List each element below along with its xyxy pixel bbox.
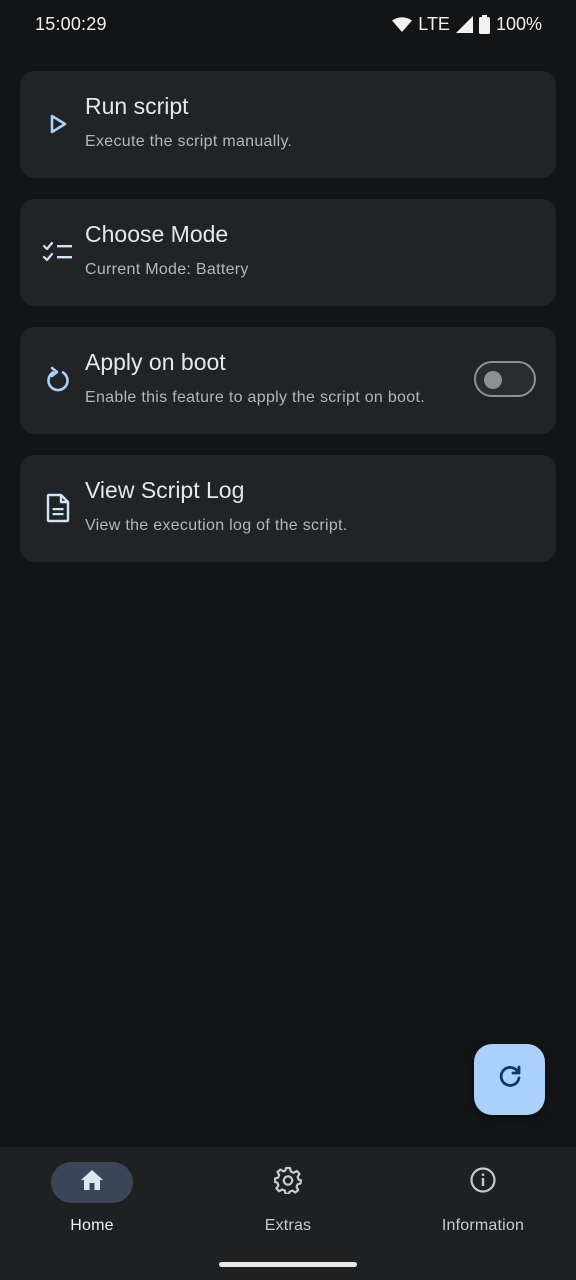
card-title: Run script <box>85 93 189 119</box>
card-title: View Script Log <box>85 477 245 503</box>
checklist-icon <box>42 236 74 268</box>
info-icon <box>469 1166 497 1199</box>
gear-icon <box>273 1166 303 1199</box>
nav-active-indicator <box>51 1162 133 1203</box>
status-time: 15:00:29 <box>35 14 107 34</box>
nav-item-extras[interactable]: Extras <box>208 1162 368 1242</box>
nav-pill <box>442 1162 524 1203</box>
battery-percent: 100% <box>495 14 542 34</box>
nav-label: Information <box>441 1217 525 1234</box>
nav-item-home[interactable]: Home <box>12 1162 172 1242</box>
apply-on-boot-toggle[interactable] <box>474 361 536 397</box>
wifi-icon <box>392 16 413 33</box>
card-title: Choose Mode <box>85 221 229 247</box>
gesture-home-indicator[interactable] <box>219 1262 357 1267</box>
cell-signal-icon <box>455 16 473 33</box>
nav-label: Extras <box>264 1217 312 1234</box>
card-subtitle: Execute the script manually. <box>85 133 293 150</box>
battery-icon <box>478 15 490 34</box>
play-icon <box>42 108 74 140</box>
card-subtitle: View the execution log of the script. <box>85 517 348 534</box>
refresh-icon <box>497 1064 523 1095</box>
app-screen: 15:00:29 LTE 100% Run script Execute the… <box>0 0 576 1280</box>
network-type-label: LTE <box>418 14 450 34</box>
status-icons: LTE 100% <box>392 14 542 35</box>
card-subtitle: Current Mode: Battery <box>85 261 249 278</box>
refresh-button[interactable] <box>474 1044 545 1115</box>
view-script-log-card[interactable]: View Script Log View the execution log o… <box>20 455 556 562</box>
card-title: Apply on boot <box>85 349 226 375</box>
nav-item-information[interactable]: Information <box>403 1162 563 1242</box>
bottom-navigation: Home Extras Information <box>0 1147 576 1280</box>
apply-on-boot-card[interactable]: Apply on boot Enable this feature to app… <box>20 327 556 434</box>
nav-pill <box>247 1162 329 1203</box>
restart-icon <box>42 364 74 396</box>
status-bar: 15:00:29 LTE 100% <box>0 0 576 50</box>
choose-mode-card[interactable]: Choose Mode Current Mode: Battery <box>20 199 556 306</box>
toggle-knob <box>484 371 502 389</box>
card-subtitle: Enable this feature to apply the script … <box>85 389 425 406</box>
home-icon <box>80 1169 104 1196</box>
run-script-card[interactable]: Run script Execute the script manually. <box>20 71 556 178</box>
nav-label: Home <box>70 1217 114 1234</box>
document-icon <box>42 492 74 524</box>
